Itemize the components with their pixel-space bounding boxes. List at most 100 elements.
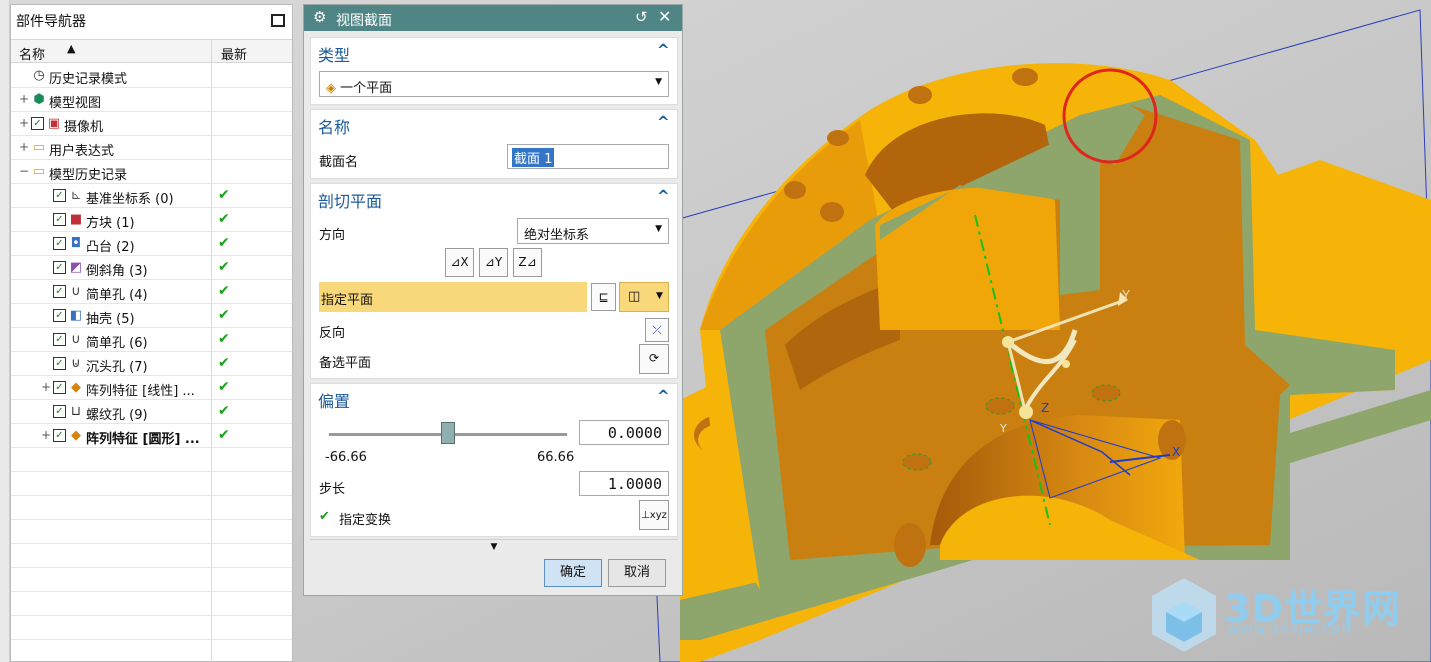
name-section-header[interactable]: 名称 ^ [311, 110, 677, 138]
tree-row-label: 简单孔 (6) [86, 336, 148, 351]
direction-value: 绝对坐标系 [524, 228, 590, 243]
plane-dialog-button[interactable]: ⊑ [591, 283, 616, 311]
inferred-plane-button[interactable]: ◫ ▼ [619, 282, 669, 312]
empty-row [11, 472, 292, 496]
z-plane-icon: Z⊿ [518, 255, 537, 269]
expand-toggle-icon[interactable]: + [19, 140, 29, 154]
clock-icon: ◷ [33, 68, 45, 83]
offset-value-field[interactable]: 0.0000 [579, 420, 669, 445]
empty-row [11, 640, 292, 662]
visibility-checkbox[interactable]: ✓ [53, 261, 66, 274]
cut-plane-section-header[interactable]: 剖切平面 ^ [311, 184, 677, 212]
tree-row[interactable]: ✓ ⊔ 螺纹孔 (9) ✔ [11, 400, 292, 424]
step-value: 1.0000 [607, 475, 662, 493]
tree-row[interactable]: + ✓ ◆ 阵列特征 [线性] ... ✔ [11, 376, 292, 400]
reset-icon[interactable]: ↺ [635, 8, 648, 26]
tree-row[interactable]: ✓ ◧ 抽壳 (5) ✔ [11, 304, 292, 328]
datum-csys-icon: ⊾ [70, 188, 82, 203]
visibility-checkbox[interactable]: ✓ [53, 357, 66, 370]
gear-icon[interactable]: ⚙ [313, 8, 326, 26]
chevron-down-icon: ▼ [656, 291, 663, 301]
section-name-label: 截面名 [319, 155, 359, 170]
column-name[interactable]: 名称 [19, 44, 45, 63]
type-section: 类型 ^ ◈ 一个平面 ▼ [310, 37, 678, 105]
collapse-icon[interactable]: ^ [657, 387, 670, 405]
specify-plane-row[interactable]: 指定平面 [319, 282, 587, 312]
reverse-button[interactable]: ⤫ [645, 318, 669, 342]
specify-transform-button[interactable]: ⊥xyz [639, 500, 669, 530]
tree-row[interactable]: + ✓ ◆ 阵列特征 [圆形] ... ✔ [11, 424, 292, 448]
tree-row[interactable]: + ✓ ▣ 摄像机 [11, 112, 292, 136]
column-latest[interactable]: 最新 [221, 44, 247, 63]
expand-toggle-icon[interactable]: + [19, 116, 29, 130]
resource-bar [0, 0, 10, 662]
direction-select[interactable]: 绝对坐标系 ▼ [517, 218, 669, 244]
expand-down-icon: ▼ [490, 542, 498, 552]
tree-row[interactable]: ✓ ◩ 倒斜角 (3) ✔ [11, 256, 292, 280]
folder-open-icon: ▭ [32, 164, 46, 179]
collapse-icon[interactable]: ^ [657, 113, 670, 131]
tree-row[interactable]: + ⬢ 模型视图 [11, 88, 292, 112]
tree-row[interactable]: + ▭ 用户表达式 [11, 136, 292, 160]
visibility-checkbox[interactable]: ✓ [31, 117, 44, 130]
slider-thumb[interactable] [441, 422, 455, 444]
tree-row[interactable]: − ▭ 模型历史记录 [11, 160, 292, 184]
up-to-date-check-icon: ✔ [218, 427, 230, 443]
tree-row[interactable]: ✓ ■ 方块 (1) ✔ [11, 208, 292, 232]
sort-asc-icon[interactable]: ▲ [67, 42, 75, 55]
tree-row[interactable]: ✓ ⊍ 沉头孔 (7) ✔ [11, 352, 292, 376]
block-icon: ■ [69, 212, 83, 227]
tree-row-label: 螺纹孔 (9) [86, 408, 148, 423]
specify-transform-label: 指定变换 [339, 513, 392, 528]
visibility-checkbox[interactable]: ✓ [53, 213, 66, 226]
y-plane-button[interactable]: ⊿Y [479, 248, 508, 277]
visibility-checkbox[interactable]: ✓ [53, 237, 66, 250]
tree-row[interactable]: ◷ 历史记录模式 [11, 64, 292, 88]
y-plane-icon: ⊿Y [484, 255, 503, 269]
expand-toggle-icon[interactable]: + [41, 428, 51, 442]
expand-toggle-icon[interactable]: + [41, 380, 51, 394]
simple-hole-icon: ∪ [71, 284, 81, 299]
collapse-icon[interactable]: ^ [657, 41, 670, 59]
type-select[interactable]: ◈ 一个平面 ▼ [319, 71, 669, 97]
dialog-titlebar[interactable]: ⚙ 视图截面 ↺ ✕ [304, 5, 682, 31]
type-section-header[interactable]: 类型 ^ [311, 38, 677, 66]
view-section-dialog: ⚙ 视图截面 ↺ ✕ 类型 ^ ◈ 一个平面 ▼ 名称 ^ 截面名 截面 1 剖… [303, 4, 683, 596]
empty-row [11, 592, 292, 616]
reverse-icon: ⤫ [652, 323, 662, 337]
offset-section-header[interactable]: 偏置 ^ [311, 384, 677, 412]
alternate-plane-button[interactable]: ⟳ [639, 344, 669, 374]
section-name-field[interactable]: 截面 1 [507, 144, 669, 169]
close-icon[interactable]: ✕ [658, 7, 671, 26]
collapse-icon[interactable]: ^ [657, 187, 670, 205]
maximize-icon[interactable] [271, 14, 285, 27]
tree-row[interactable]: ✓ ∪ 简单孔 (6) ✔ [11, 328, 292, 352]
navigator-header: 名称 ▲ 最新 [11, 39, 292, 63]
up-to-date-check-icon: ✔ [218, 187, 230, 203]
visibility-checkbox[interactable]: ✓ [53, 429, 66, 442]
step-label: 步长 [319, 482, 346, 497]
name-section-title: 名称 [318, 118, 351, 137]
z-plane-button[interactable]: Z⊿ [513, 248, 542, 277]
expand-toggle-icon[interactable]: + [19, 92, 29, 106]
tree-row-label: 基准坐标系 (0) [86, 192, 174, 207]
visibility-checkbox[interactable]: ✓ [53, 333, 66, 346]
up-to-date-check-icon: ✔ [218, 283, 230, 299]
cancel-button[interactable]: 取消 [608, 559, 666, 587]
tree-row[interactable]: ✓ ◘ 凸台 (2) ✔ [11, 232, 292, 256]
tree-row[interactable]: ✓ ∪ 简单孔 (4) ✔ [11, 280, 292, 304]
x-plane-button[interactable]: ⊿X [445, 248, 474, 277]
visibility-checkbox[interactable]: ✓ [53, 285, 66, 298]
ok-button[interactable]: 确定 [544, 559, 602, 587]
visibility-checkbox[interactable]: ✓ [53, 381, 66, 394]
visibility-checkbox[interactable]: ✓ [53, 405, 66, 418]
visibility-checkbox[interactable]: ✓ [53, 189, 66, 202]
slider-max-label: 66.66 [537, 450, 575, 465]
visibility-checkbox[interactable]: ✓ [53, 309, 66, 322]
expand-toggle-icon[interactable]: − [19, 164, 29, 178]
tree-row[interactable]: ✓ ⊾ 基准坐标系 (0) ✔ [11, 184, 292, 208]
more-options-toggle[interactable]: ▼ [310, 539, 678, 553]
step-value-field[interactable]: 1.0000 [579, 471, 669, 496]
direction-label: 方向 [319, 228, 346, 243]
tree-row-label: 用户表达式 [49, 144, 115, 159]
